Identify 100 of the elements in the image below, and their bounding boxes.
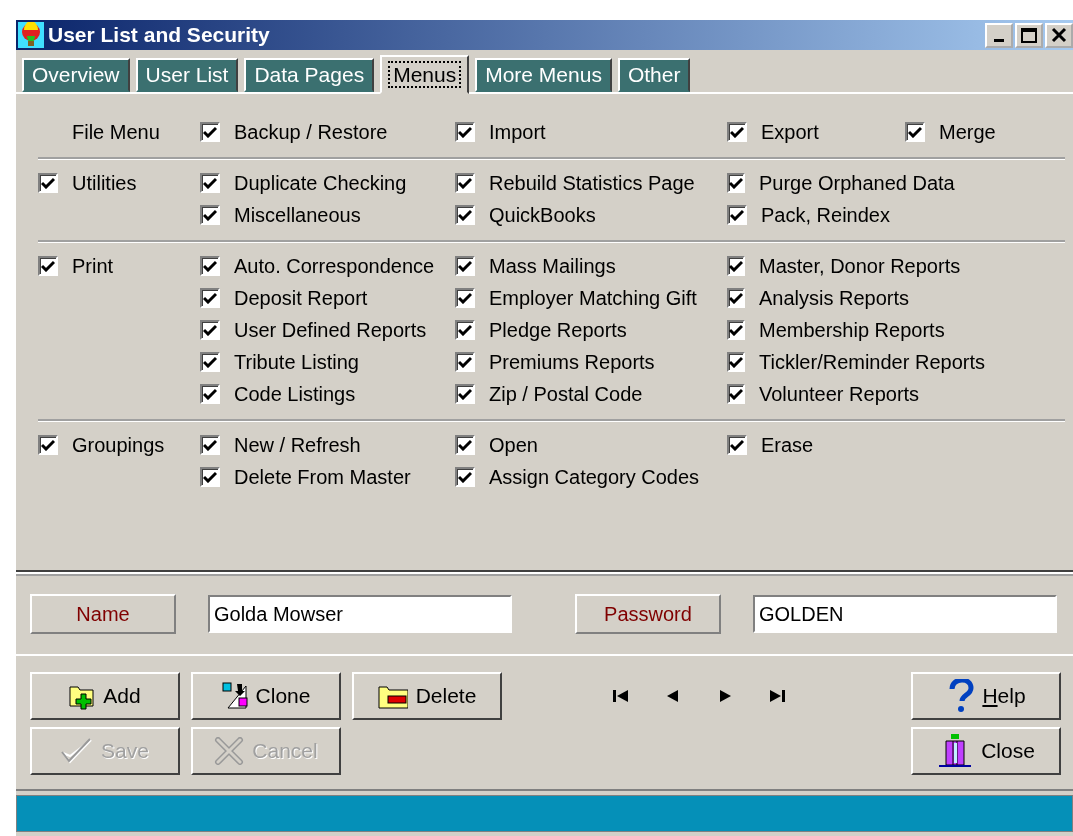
tab[interactable]: User List	[135, 58, 239, 92]
checkbox-label: Open	[489, 433, 538, 457]
check-icon	[729, 324, 743, 336]
checkbox-label: Tribute Listing	[234, 350, 359, 374]
window-title: User List and Security	[48, 23, 271, 47]
checkbox[interactable]	[727, 256, 745, 276]
tab[interactable]: Overview	[22, 58, 130, 92]
checkbox[interactable]	[200, 205, 220, 225]
checkbox[interactable]	[200, 435, 220, 455]
checkbox[interactable]	[200, 173, 220, 193]
check-icon	[729, 388, 743, 400]
previous-record-button[interactable]	[665, 689, 681, 703]
check-icon	[458, 471, 472, 483]
checkbox[interactable]	[727, 122, 747, 142]
checkbox[interactable]	[38, 256, 58, 276]
checkbox[interactable]	[38, 173, 58, 193]
checkbox[interactable]	[200, 467, 220, 487]
checkbox[interactable]	[905, 122, 925, 142]
checkbox[interactable]	[200, 288, 220, 308]
field-label: Password	[575, 594, 721, 634]
checkbox[interactable]	[455, 288, 475, 308]
checkbox[interactable]	[200, 352, 220, 372]
check-icon	[458, 260, 472, 272]
next-arrow-icon	[717, 689, 733, 703]
input-field[interactable]: GOLDEN	[753, 595, 1057, 633]
previous-arrow-icon	[665, 689, 681, 703]
minimize-icon	[994, 38, 1004, 42]
checkbox[interactable]	[727, 288, 745, 308]
checkbox-label: Rebuild Statistics Page	[489, 171, 695, 195]
checkbox[interactable]	[727, 320, 745, 340]
check-icon	[730, 209, 744, 221]
checkbox[interactable]	[727, 173, 745, 193]
check-icon	[203, 292, 217, 304]
check-icon	[41, 177, 55, 189]
checkbox[interactable]	[727, 205, 747, 225]
checkbox[interactable]	[200, 122, 220, 142]
check-icon	[203, 260, 217, 272]
checkbox-label: Tickler/Reminder Reports	[759, 350, 985, 374]
add-button[interactable]: Add	[30, 672, 180, 720]
next-record-button[interactable]	[717, 689, 733, 703]
check-icon	[458, 439, 472, 451]
check-icon	[729, 177, 743, 189]
minimize-button[interactable]	[985, 22, 1013, 48]
checkbox[interactable]	[200, 384, 220, 404]
checkbox-label: Mass Mailings	[489, 254, 616, 278]
last-arrow-icon	[769, 689, 785, 703]
checkbox[interactable]	[455, 256, 475, 276]
checkbox-label: QuickBooks	[489, 203, 596, 227]
checkbox[interactable]	[38, 435, 58, 455]
checkbox-label: Zip / Postal Code	[489, 382, 643, 406]
check-icon	[203, 439, 217, 451]
tab[interactable]: More Menus	[475, 58, 612, 92]
clone-button[interactable]: Clone	[191, 672, 341, 720]
checkbox[interactable]	[455, 320, 475, 340]
maximize-icon	[1021, 27, 1037, 43]
checkbox[interactable]	[455, 122, 475, 142]
check-icon	[908, 126, 922, 138]
checkbox-label: Miscellaneous	[234, 203, 361, 227]
check-icon	[41, 439, 55, 451]
first-record-button[interactable]	[613, 689, 629, 703]
checkbox-label: Duplicate Checking	[234, 171, 407, 195]
last-record-button[interactable]	[769, 689, 785, 703]
help-button[interactable]: Help	[911, 672, 1061, 720]
check-icon	[458, 324, 472, 336]
checkbox-label: Export	[761, 120, 819, 144]
checkbox-label: Employer Matching Gift	[489, 286, 697, 310]
check-icon	[729, 292, 743, 304]
checkbox-label: Membership Reports	[759, 318, 945, 342]
close-window-button[interactable]	[1045, 22, 1073, 48]
checkbox-label: Premiums Reports	[489, 350, 655, 374]
checkbox[interactable]	[200, 256, 220, 276]
check-icon	[729, 260, 743, 272]
maximize-button[interactable]	[1015, 22, 1043, 48]
check-icon	[458, 126, 472, 138]
check-icon	[458, 356, 472, 368]
checkbox-label: Deposit Report	[234, 286, 368, 310]
delete-button[interactable]: Delete	[352, 672, 502, 720]
tab[interactable]: Data Pages	[244, 58, 375, 92]
section-heading: File Menu	[71, 120, 160, 143]
checkbox[interactable]	[727, 435, 747, 455]
checkbox[interactable]	[455, 352, 475, 372]
check-icon	[203, 209, 217, 221]
input-field[interactable]: Golda Mowser	[208, 595, 512, 633]
checkbox-label: Auto. Correspondence	[234, 254, 435, 278]
checkbox[interactable]	[455, 467, 475, 487]
check-icon	[41, 260, 55, 272]
checkbox[interactable]	[200, 320, 220, 340]
check-icon	[203, 471, 217, 483]
checkbox[interactable]	[455, 173, 475, 193]
tab[interactable]: Menus	[380, 55, 470, 94]
checkbox-label: Pledge Reports	[489, 318, 627, 342]
checkbox[interactable]	[727, 352, 745, 372]
checkbox[interactable]	[455, 435, 475, 455]
check-icon	[458, 209, 472, 221]
check-icon	[203, 126, 217, 138]
checkbox[interactable]	[727, 384, 745, 404]
close-button[interactable]: Close	[911, 727, 1061, 775]
checkbox[interactable]	[455, 205, 475, 225]
tab[interactable]: Other	[617, 58, 691, 92]
checkbox[interactable]	[455, 384, 475, 404]
